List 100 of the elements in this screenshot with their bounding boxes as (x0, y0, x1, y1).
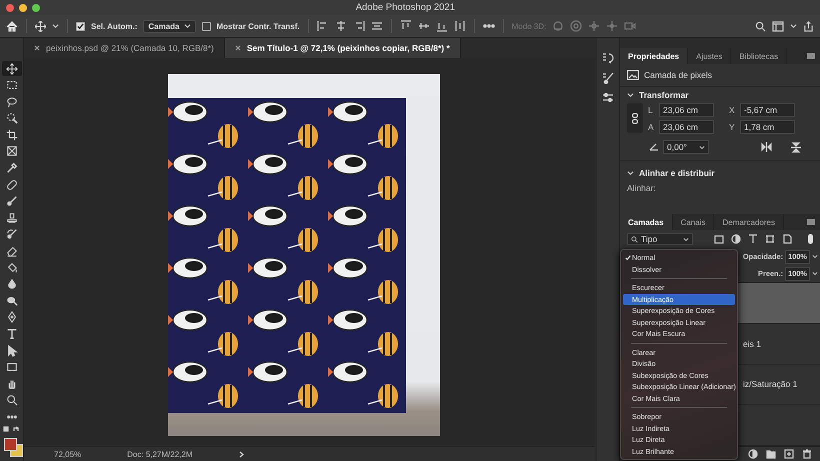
marquee-icon (6, 79, 18, 92)
document-tab[interactable]: Sem Título-1 @ 72,1% (peixinhos copiar, RGB/8*) * (224, 38, 461, 58)
link-icon[interactable] (632, 112, 638, 124)
move-icon (6, 62, 18, 74)
drag-3d-icon[interactable] (588, 20, 600, 32)
panel-tab[interactable]: Ajustes (688, 48, 732, 64)
slide-3d-icon[interactable] (606, 20, 618, 32)
zoom-icon (6, 394, 18, 406)
move-icon[interactable] (35, 20, 46, 32)
close-icon[interactable] (34, 45, 40, 51)
roll-3d-icon[interactable] (570, 20, 582, 32)
frame-icon (6, 145, 18, 158)
workspace-icon[interactable] (772, 20, 784, 32)
history-icon[interactable] (602, 52, 614, 64)
folder-icon[interactable] (766, 449, 776, 459)
dodge-icon (6, 294, 18, 307)
new-layer-icon[interactable] (784, 449, 794, 459)
search-icon (631, 236, 638, 242)
section-title[interactable]: Transformar (639, 90, 689, 100)
checkbox-label: Sel. Autom.: (91, 22, 138, 30)
align-top-icon[interactable] (400, 20, 412, 32)
align-left-icon[interactable] (316, 20, 329, 32)
panel-tab[interactable]: Bibliotecas (731, 48, 788, 64)
trash-icon[interactable] (802, 449, 812, 459)
close-button[interactable] (6, 4, 14, 12)
input-field[interactable]: 23,06 cm (659, 120, 714, 134)
swap-colors-icon[interactable] (2, 426, 20, 434)
layer-dropdown[interactable]: Camada (143, 20, 196, 32)
flip-horizontal-icon[interactable] (761, 142, 772, 152)
layer-name: iz/Saturação 1 (743, 379, 798, 390)
window-title: Adobe Photoshop 2021 (356, 2, 455, 13)
foreground-color-swatch[interactable] (4, 438, 16, 451)
bandage-icon (6, 178, 18, 191)
field-label: Y (729, 122, 736, 132)
type-icon (6, 328, 18, 340)
distribute-vertical-icon[interactable] (454, 20, 466, 32)
panel-tab[interactable]: Demarcadores (714, 214, 784, 230)
checkbox-label: Mostrar Contr. Transf. (216, 22, 300, 30)
align-bottom-icon[interactable] (436, 20, 448, 32)
type-filter-icon[interactable] (748, 234, 758, 244)
pointer-icon (6, 344, 18, 357)
more-icon[interactable] (482, 24, 495, 28)
panel-tab[interactable]: Propriedades (620, 48, 688, 64)
flip-vertical-icon[interactable] (791, 142, 801, 152)
panel-tab[interactable]: Canais (672, 214, 714, 230)
tool-button[interactable] (2, 61, 22, 76)
checkbox[interactable] (76, 22, 85, 30)
filter-dropdown[interactable]: Tipo (627, 233, 693, 245)
caret-icon (699, 144, 705, 150)
section-title[interactable]: Alinhar e distribuir (639, 168, 715, 178)
image-icon (627, 70, 639, 80)
orbit-3d-icon[interactable] (552, 20, 564, 32)
panel-tab[interactable]: Camadas (620, 214, 673, 230)
input-field[interactable]: -5,67 cm (740, 103, 795, 117)
caret-icon[interactable] (790, 23, 797, 29)
minimize-button[interactable] (19, 4, 27, 12)
home-icon[interactable] (6, 20, 18, 32)
check-icon (77, 22, 84, 30)
document-size: Doc: 5,27M/22,2M (127, 450, 193, 458)
checkbox[interactable] (202, 22, 210, 30)
quick-selection-icon (6, 112, 18, 124)
smart-object-filter-icon[interactable] (782, 234, 792, 244)
align-center-icon[interactable] (334, 20, 347, 32)
link-toggle[interactable] (627, 103, 643, 133)
check-icon (625, 255, 631, 261)
chevron-down-icon[interactable] (627, 92, 634, 98)
share-icon[interactable] (803, 20, 814, 32)
brush-settings-icon[interactable] (602, 72, 614, 84)
distribute-icon[interactable] (370, 20, 383, 32)
drop-icon (6, 278, 18, 290)
rectangle-icon (6, 361, 18, 374)
sliders-icon[interactable] (602, 92, 614, 104)
lasso-icon (6, 96, 18, 108)
chevron-down-icon[interactable] (627, 170, 634, 176)
caret-icon[interactable] (812, 271, 818, 276)
history-brush-icon (6, 228, 18, 240)
eyedropper-icon (6, 162, 18, 174)
crop-icon (6, 128, 18, 141)
brush-icon (6, 195, 18, 208)
chevron-right-icon[interactable] (238, 450, 244, 458)
field-label: L (648, 105, 654, 115)
zoom-button[interactable] (32, 4, 40, 12)
caret-icon[interactable] (52, 23, 59, 29)
adjustment-layer-icon[interactable] (748, 449, 758, 459)
input-field[interactable]: 23,06 cm (659, 103, 714, 117)
shape-filter-icon[interactable] (765, 234, 775, 244)
adjustment-filter-icon[interactable] (731, 234, 741, 244)
align-middle-icon[interactable] (418, 20, 430, 32)
camera-icon[interactable] (624, 20, 636, 32)
field-label: A (648, 122, 655, 132)
close-icon[interactable] (234, 45, 241, 51)
angle-field[interactable]: 0,00° (663, 140, 709, 154)
caret-icon (184, 23, 190, 29)
input-field[interactable]: 1,78 cm (740, 120, 795, 134)
image-filter-icon[interactable] (714, 234, 724, 244)
search-icon[interactable] (755, 20, 766, 32)
caret-icon[interactable] (812, 254, 818, 259)
filter-toggle[interactable] (808, 234, 813, 244)
eraser-icon (6, 245, 18, 258)
stamp-icon (6, 212, 18, 224)
